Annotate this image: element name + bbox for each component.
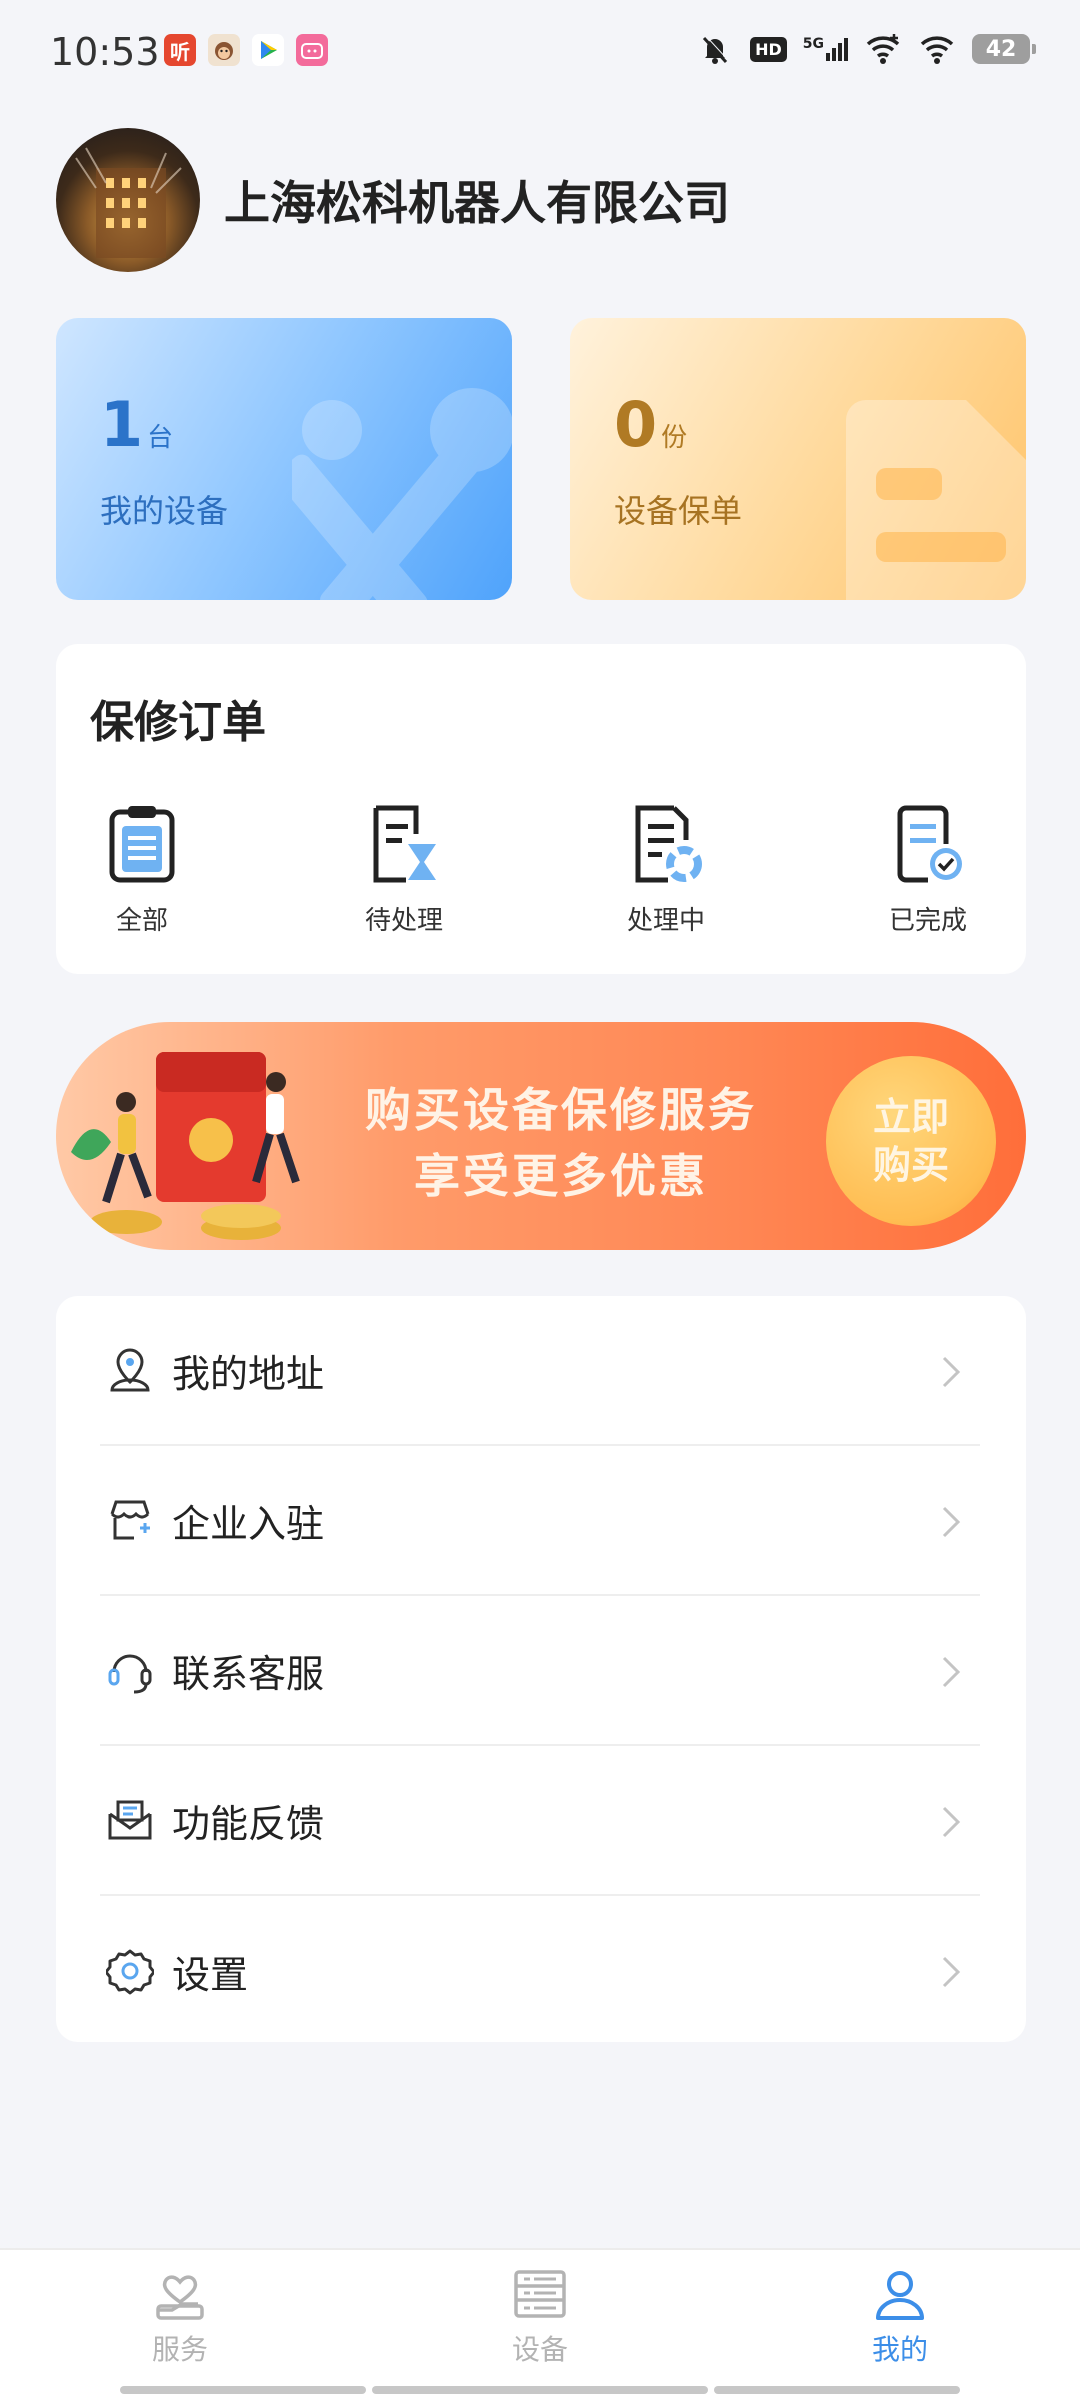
buy-now-button[interactable]: 立即 购买: [826, 1056, 996, 1226]
mute-bell-icon: [702, 35, 729, 64]
tab-devices[interactable]: 设备: [440, 2266, 640, 2368]
buy-now-line2: 购买: [872, 1143, 949, 1187]
tab-mine[interactable]: 我的: [800, 2266, 1000, 2368]
status-indicators: HD 5G 42: [696, 30, 1036, 68]
devices-label: 我的设备: [100, 492, 229, 530]
policies-label: 设备保单: [614, 492, 743, 530]
server-icon: [514, 2270, 566, 2318]
clipboard-list-icon: [109, 806, 175, 883]
repair-orders-title: 保修订单: [90, 697, 266, 748]
document-icon: [846, 400, 1026, 600]
location-user-icon: [110, 1348, 150, 1392]
chevron-right-icon: [942, 1506, 961, 1538]
doc-hourglass-icon: [373, 805, 436, 883]
buy-now-line1: 立即: [872, 1095, 949, 1139]
heart-hand-icon: [156, 2275, 204, 2320]
status-time: 10:53: [50, 30, 160, 74]
menu-item-settings[interactable]: 设置: [100, 1896, 980, 2046]
devices-count: 1台: [100, 388, 174, 461]
battery-indicator: 42: [972, 34, 1036, 64]
gear-icon: [106, 1949, 154, 1995]
gesture-bar-right: [714, 2386, 960, 2394]
repair-orders-panel: 保修订单 全部 待处理 处理中 已完成: [56, 644, 1026, 974]
chevron-right-icon: [942, 1356, 961, 1388]
order-tab-completed[interactable]: 已完成: [848, 804, 1008, 937]
menu-item-customer-service-label: 联系客服: [172, 1651, 325, 1696]
menu-item-address-label: 我的地址: [172, 1351, 325, 1396]
menu-item-address[interactable]: 我的地址: [100, 1296, 980, 1446]
avatar[interactable]: [56, 128, 200, 272]
order-tab-all[interactable]: 全部: [62, 804, 222, 937]
bilibili-app-icon: [296, 34, 328, 66]
monkey-app-icon: [208, 34, 240, 66]
tab-service-label: 服务: [151, 2333, 208, 2366]
cellular-signal-icon: 5G: [803, 37, 848, 61]
order-tab-pending[interactable]: 待处理: [324, 804, 484, 937]
gesture-bar-left: [120, 2386, 366, 2394]
gesture-bar-center: [372, 2386, 708, 2394]
device-policies-card[interactable]: 0份 设备保单: [570, 318, 1026, 600]
doc-check-icon: [897, 805, 962, 883]
wifi-plus-icon: [866, 34, 900, 64]
policies-count: 0份: [614, 388, 688, 461]
tab-service[interactable]: 服务: [80, 2266, 280, 2368]
doc-processing-icon: [635, 805, 702, 883]
store-icon: [110, 1500, 150, 1540]
chevron-right-icon: [942, 1806, 961, 1838]
hd-badge: HD: [750, 36, 787, 62]
menu-item-enterprise-label: 企业入驻: [172, 1501, 325, 1546]
tab-mine-label: 我的: [871, 2333, 928, 2366]
status-app-icons: 听: [164, 34, 328, 66]
my-devices-card[interactable]: 1台 我的设备: [56, 318, 512, 600]
tab-devices-label: 设备: [511, 2333, 568, 2366]
wifi-icon: [920, 36, 954, 64]
order-tab-pending-label: 待处理: [364, 906, 443, 936]
menu-item-enterprise[interactable]: 企业入驻: [100, 1446, 980, 1596]
ting-app-icon: 听: [164, 34, 196, 66]
buy-warranty-banner[interactable]: 购买设备保修服务 享受更多优惠 立即 购买: [56, 1022, 1026, 1250]
order-tab-all-label: 全部: [115, 906, 168, 936]
menu-item-feedback-label: 功能反馈: [172, 1801, 325, 1846]
mail-feedback-icon: [108, 1800, 152, 1840]
bottom-navigation: 服务 设备 我的: [0, 2248, 1080, 2400]
chevron-right-icon: [942, 1956, 961, 1988]
menu-item-feedback[interactable]: 功能反馈: [100, 1746, 980, 1896]
tools-icon: [292, 388, 512, 600]
menu-item-customer-service[interactable]: 联系客服: [100, 1596, 980, 1746]
chevron-right-icon: [942, 1656, 961, 1688]
company-name: 上海松科机器人有限公司: [224, 176, 730, 230]
status-bar: 10:53 听 HD 5G 42: [0, 0, 1080, 104]
order-tab-processing-label: 处理中: [626, 906, 705, 936]
settings-menu: 我的地址 企业入驻 联系客服 功能反馈 设置: [56, 1296, 1026, 2042]
profile-header[interactable]: 上海松科机器人有限公司: [56, 128, 730, 272]
menu-item-settings-label: 设置: [172, 1952, 249, 1997]
headset-icon: [108, 1654, 152, 1694]
order-tab-processing[interactable]: 处理中: [586, 804, 746, 937]
order-tab-completed-label: 已完成: [888, 906, 967, 936]
play-app-icon: [252, 34, 284, 66]
user-icon: [876, 2271, 924, 2320]
